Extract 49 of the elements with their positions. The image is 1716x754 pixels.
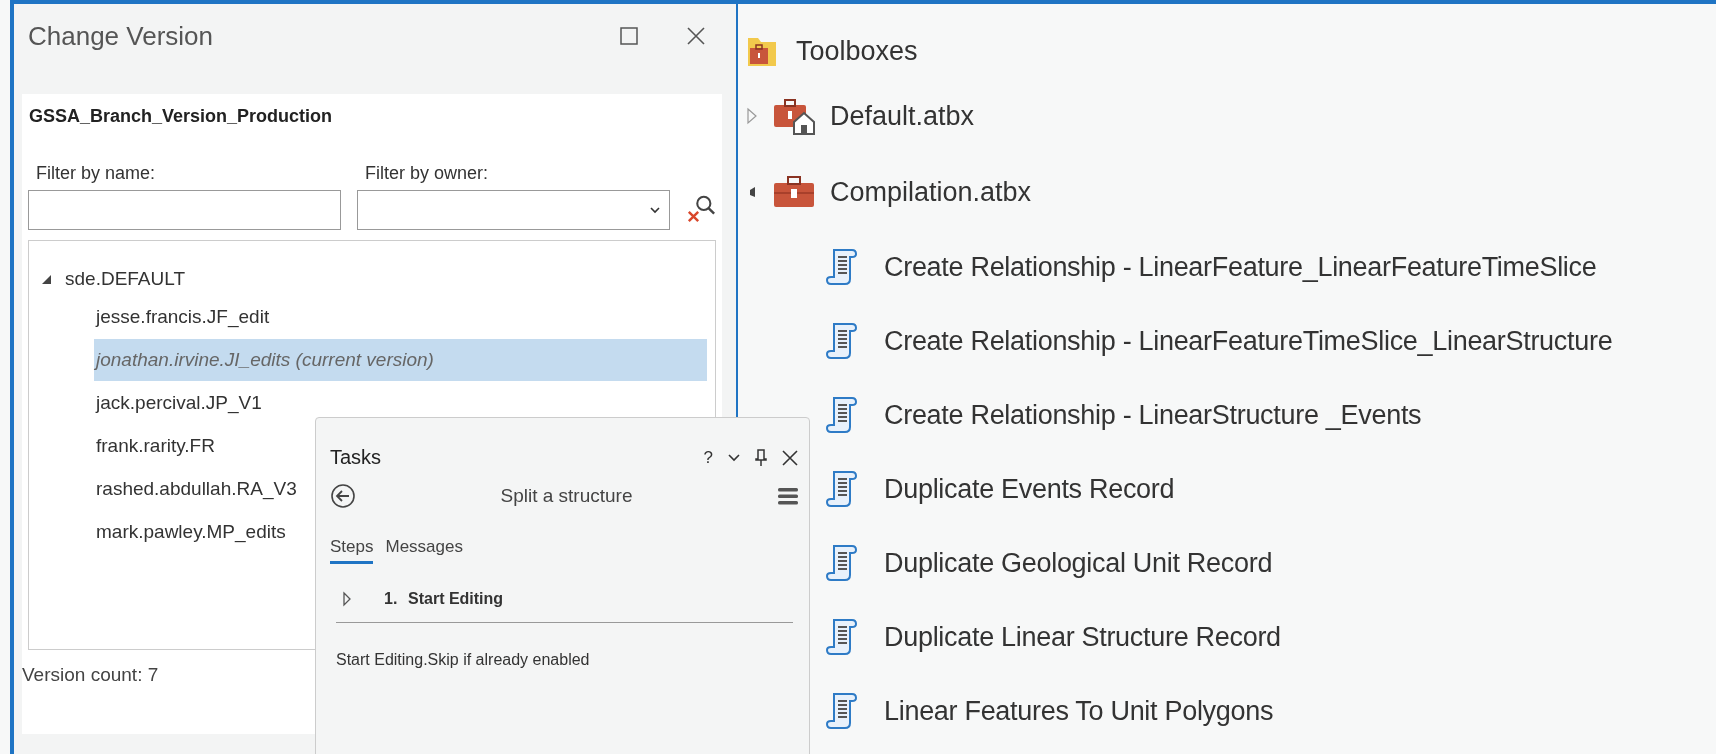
close-icon[interactable] [781, 448, 799, 467]
expanded-arrow-icon[interactable] [41, 273, 53, 285]
menu-icon[interactable] [777, 486, 799, 506]
toolboxes-heading[interactable]: Toolboxes [796, 35, 918, 67]
tool-name[interactable]: Duplicate Geological Unit Record [884, 547, 1273, 579]
database-name: GSSA_Branch_Version_Production [28, 105, 334, 127]
chevron-down-icon [649, 206, 661, 214]
filter-label: Filter by owner: [364, 163, 490, 184]
script-icon [826, 247, 858, 287]
pin-icon[interactable] [755, 448, 767, 467]
script-icon [826, 469, 858, 509]
tool-name[interactable]: Create Relationship - LinearStructure _Events [884, 399, 1422, 431]
version-name[interactable]: sde.DEFAULT [65, 268, 186, 290]
version-item[interactable]: jonathan.irvine.JI_edits (current version) [94, 339, 707, 381]
script-icon [826, 543, 858, 583]
task-name: Split a structure [499, 485, 634, 507]
help-button[interactable]: ? [703, 447, 713, 468]
tool-name[interactable]: Linear Features To Unit Polygons [884, 695, 1274, 727]
version-item[interactable]: rashed.abdullah.RA_V3 [94, 468, 297, 510]
version-count: Version count: 7 [22, 663, 159, 686]
window-title: Change Version [28, 20, 215, 52]
name-filter-field[interactable] [28, 190, 341, 230]
script-icon [826, 617, 858, 657]
version-item[interactable]: jack.percival.JP_V1 [94, 382, 262, 424]
script-icon [826, 395, 858, 435]
tool-name[interactable]: Create Relationship - LinearFeature_LinearFeatureTimeSlice [884, 251, 1597, 283]
tool-name[interactable]: Duplicate Linear Structure Record [884, 621, 1281, 653]
back-icon[interactable] [330, 483, 356, 509]
tool-name[interactable]: Create Relationship - LinearFeatureTimeSlice_LinearStructure [884, 325, 1613, 357]
step-number: 1. [384, 590, 399, 608]
maximize-icon[interactable] [620, 27, 638, 45]
tab[interactable]: Steps [330, 537, 374, 564]
owner-filter-dropdown[interactable] [357, 190, 670, 230]
filter-label: Filter by name: [35, 163, 157, 184]
toolbox-name[interactable]: Compilation.atbx [830, 176, 1032, 208]
version-item[interactable]: mark.pawley.MP_edits [94, 511, 286, 553]
tool-name[interactable]: Duplicate Events Record [884, 473, 1175, 505]
version-item[interactable]: jesse.francis.JF_edit [94, 296, 270, 338]
toolbox-name[interactable]: Default.atbx [830, 100, 975, 132]
script-icon [826, 691, 858, 731]
collapsed-arrow-icon[interactable] [342, 591, 352, 607]
close-icon[interactable] [686, 26, 706, 46]
script-icon [826, 321, 858, 361]
version-item[interactable]: frank.rarity.FR [94, 425, 215, 467]
step-title[interactable]: Start Editing [408, 590, 504, 608]
tab[interactable]: Messages [385, 537, 463, 564]
step-description: Start Editing.Skip if already enabled [335, 651, 591, 669]
chevron-down-icon[interactable] [727, 452, 741, 463]
pane-title: Tasks [330, 446, 383, 469]
